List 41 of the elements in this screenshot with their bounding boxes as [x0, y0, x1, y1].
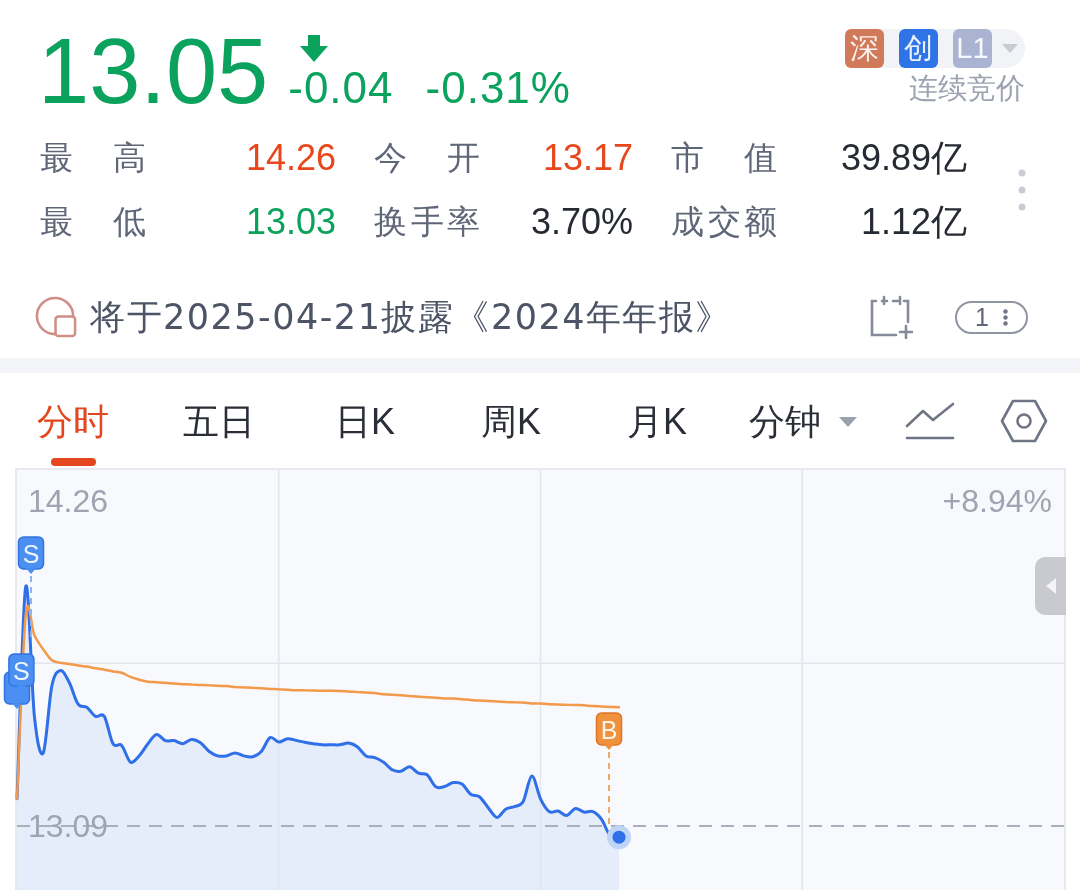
last-price-dot	[607, 825, 632, 850]
market-badge: 深	[845, 29, 884, 68]
stat-value: 3.70%	[529, 200, 633, 244]
line-chart-icon[interactable]	[905, 401, 955, 440]
left-triangle-icon	[1045, 578, 1056, 594]
stat-value: 1.12亿	[859, 200, 967, 244]
stat-value: 39.89亿	[839, 136, 967, 180]
market-badge: L1	[953, 29, 992, 68]
stat-label: 成交额	[671, 202, 777, 242]
vertical-dots-icon	[1002, 308, 1008, 326]
collapse-handle[interactable]	[1035, 557, 1066, 615]
market-badge: 创	[899, 29, 938, 68]
calendar-plus-icon[interactable]	[869, 295, 915, 339]
tab[interactable]: 日K	[292, 373, 438, 468]
stat-value: 14.26	[244, 136, 336, 180]
stat-value: 13.03	[244, 200, 336, 244]
tab[interactable]: 分钟	[730, 373, 876, 468]
last-price: 13.05	[38, 25, 269, 117]
price-axis-label: 13.09	[28, 808, 109, 845]
market-badge-selector[interactable]: 深 创 L1	[845, 29, 1025, 68]
trading-status: 连续竞价	[909, 72, 1025, 104]
count-button[interactable]: 1	[955, 300, 1028, 334]
caret-icon	[1002, 44, 1018, 53]
tab[interactable]: 分时	[0, 373, 146, 468]
settings-icon[interactable]	[1000, 398, 1048, 443]
percent-axis-label: +8.94%	[942, 482, 1052, 519]
stat-label: 换手率	[374, 202, 480, 242]
stat-label: 今 开	[374, 138, 480, 178]
stat-label: 最 高	[40, 138, 146, 178]
stat-value: 13.17	[541, 136, 633, 180]
stat-label: 最 低	[40, 202, 146, 242]
price-axis-label: 14.26	[28, 482, 109, 519]
price-change: -0.04	[288, 66, 394, 110]
percent-change: -0.31%	[425, 66, 571, 110]
caret-icon	[839, 417, 857, 427]
notice-text: 将于2025-04-21披露《2024年年报》	[90, 296, 732, 339]
tab[interactable]: 月K	[584, 373, 730, 468]
tab[interactable]: 周K	[438, 373, 584, 468]
tab[interactable]: 五日	[146, 373, 292, 468]
stat-label: 市 值	[671, 138, 777, 178]
ring-square-icon	[35, 295, 78, 339]
